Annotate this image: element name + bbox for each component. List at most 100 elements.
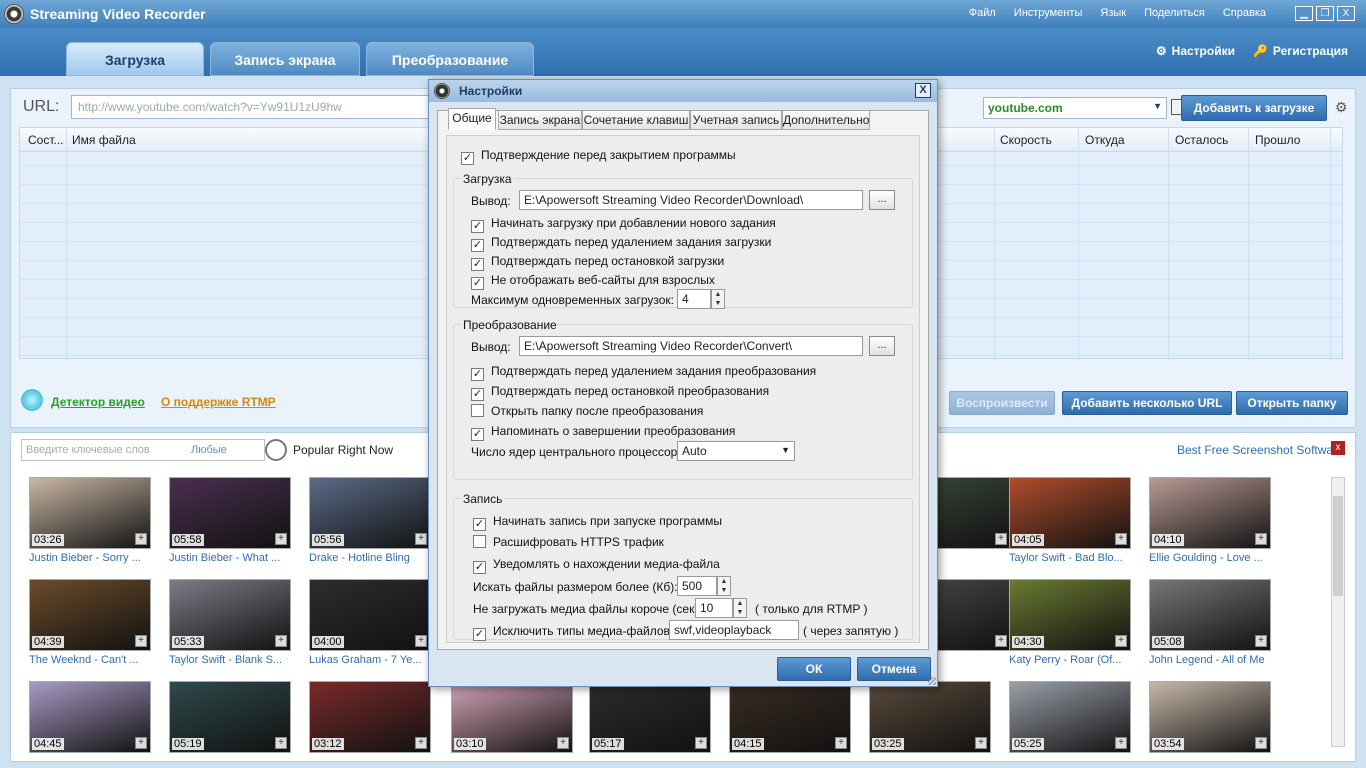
download-option-4[interactable]: ✓ Не отображать веб-сайты для взрослых xyxy=(471,273,715,290)
video-thumbnail[interactable]: 04:39 + xyxy=(29,579,151,651)
convert-output-path[interactable]: E:\Apowersoft Streaming Video Recorder\C… xyxy=(519,336,863,356)
tab-account[interactable]: Учетная запись xyxy=(690,110,782,130)
checkbox-checked-icon[interactable]: ✓ xyxy=(471,239,484,252)
download-option-3[interactable]: ✓ Подтверждать перед остановкой загрузки xyxy=(471,254,724,271)
video-title[interactable]: Drake - Hotline Bling xyxy=(309,552,431,564)
play-button[interactable]: Воспроизвести xyxy=(949,391,1055,415)
min-duration-input[interactable]: 10 xyxy=(695,598,733,618)
col-elapsed[interactable]: Прошло xyxy=(1255,133,1300,147)
video-item[interactable]: 05:17 + xyxy=(589,681,711,756)
add-video-icon[interactable]: + xyxy=(995,533,1007,545)
add-video-icon[interactable]: + xyxy=(695,737,707,749)
max-downloads-stepper[interactable]: ▲ ▼ xyxy=(711,289,725,309)
add-video-icon[interactable]: + xyxy=(275,737,287,749)
video-item[interactable]: 05:58 + Justin Bieber - What ... xyxy=(169,477,291,564)
add-video-icon[interactable]: + xyxy=(1255,635,1267,647)
restore-icon[interactable]: ❐ xyxy=(1316,6,1334,21)
col-filename[interactable]: Имя файла xyxy=(72,133,136,147)
video-title[interactable]: The Weeknd - Can't ... xyxy=(29,654,151,666)
col-source[interactable]: Откуда xyxy=(1085,133,1125,147)
video-item[interactable]: 03:10 + xyxy=(451,681,573,756)
video-item[interactable]: 04:10 + Ellie Goulding - Love ... xyxy=(1149,477,1271,564)
video-item[interactable]: 04:30 + Katy Perry - Roar (Of... xyxy=(1009,579,1131,666)
checkbox-checked-icon[interactable]: ✓ xyxy=(473,628,486,641)
video-item[interactable]: 03:54 + xyxy=(1149,681,1271,756)
video-item[interactable]: 04:05 + Taylor Swift - Bad Blo... xyxy=(1009,477,1131,564)
video-thumbnail[interactable]: 03:10 + xyxy=(451,681,573,753)
video-title[interactable]: Justin Bieber - Sorry ... xyxy=(29,552,151,564)
tab-general[interactable]: Общие xyxy=(448,108,496,130)
download-output-path[interactable]: E:\Apowersoft Streaming Video Recorder\D… xyxy=(519,190,863,210)
video-title[interactable]: Justin Bieber - What ... xyxy=(169,552,291,564)
site-select[interactable]: youtube.com ▼ xyxy=(983,97,1167,119)
video-title[interactable]: Lukas Graham - 7 Ye... xyxy=(309,654,431,666)
video-thumbnail[interactable]: 04:00 + xyxy=(309,579,431,651)
video-thumbnail[interactable]: 04:15 + xyxy=(729,681,851,753)
add-video-icon[interactable]: + xyxy=(835,737,847,749)
rtmp-support-link[interactable]: О поддержке RTMP xyxy=(161,395,276,409)
record-option-3[interactable]: ✓ Уведомлять о нахождении медиа-файла xyxy=(473,557,720,574)
convert-option-4[interactable]: ✓ Напоминать о завершении преобразования xyxy=(471,424,735,441)
add-video-icon[interactable]: + xyxy=(975,737,987,749)
video-thumbnail[interactable]: 04:10 + xyxy=(1149,477,1271,549)
checkbox-checked-icon[interactable]: ✓ xyxy=(461,152,474,165)
open-folder-button[interactable]: Открыть папку xyxy=(1236,391,1348,415)
tab-convert[interactable]: Преобразование xyxy=(366,42,534,76)
video-item[interactable]: 05:08 + John Legend - All of Me xyxy=(1149,579,1271,666)
scrollbar-thumb[interactable] xyxy=(1333,496,1343,596)
video-title[interactable]: Katy Perry - Roar (Of... xyxy=(1009,654,1131,666)
checkbox-checked-icon[interactable]: ✓ xyxy=(473,561,486,574)
search-icon[interactable] xyxy=(265,439,287,461)
video-title[interactable]: John Legend - All of Me xyxy=(1149,654,1271,666)
min-duration-stepper[interactable]: ▲ ▼ xyxy=(733,598,747,618)
convert-option-3[interactable]: Открыть папку после преобразования xyxy=(471,404,703,418)
exclude-types-input[interactable]: swf,videoplayback xyxy=(669,620,799,640)
exclude-types-option[interactable]: ✓ Исключить типы медиа-файлов: xyxy=(473,624,673,641)
tab-hotkeys[interactable]: Сочетание клавиш xyxy=(582,110,690,130)
menu-share[interactable]: Поделиться xyxy=(1144,7,1205,19)
video-thumbnail[interactable]: 05:25 + xyxy=(1009,681,1131,753)
add-video-icon[interactable]: + xyxy=(415,635,427,647)
min-size-input[interactable]: 500 xyxy=(677,576,717,596)
convert-option-2[interactable]: ✓ Подтверждать перед остановкой преобразо… xyxy=(471,384,769,401)
video-item[interactable]: 03:26 + Justin Bieber - Sorry ... xyxy=(29,477,151,564)
add-video-icon[interactable]: + xyxy=(557,737,569,749)
max-downloads-input[interactable]: 4 xyxy=(677,289,711,309)
video-thumbnail[interactable]: 03:12 + xyxy=(309,681,431,753)
url-input[interactable]: http://www.youtube.com/watch?v=Yw91U1zU9… xyxy=(71,95,431,119)
add-video-icon[interactable]: + xyxy=(135,635,147,647)
search-any-filter[interactable]: Любые xyxy=(191,444,227,456)
minimize-icon[interactable]: ▁ xyxy=(1295,6,1313,21)
add-multiple-urls-button[interactable]: Добавить несколько URL xyxy=(1062,391,1232,415)
video-thumbnail[interactable]: 05:58 + xyxy=(169,477,291,549)
cancel-button[interactable]: Отмена xyxy=(857,657,931,681)
menu-tools[interactable]: Инструменты xyxy=(1014,7,1083,19)
download-option-2[interactable]: ✓ Подтверждать перед удалением задания за… xyxy=(471,235,771,252)
cpu-cores-select[interactable]: Auto ▼ xyxy=(677,441,795,461)
video-item[interactable]: 03:25 + xyxy=(869,681,991,756)
menu-file[interactable]: Файл xyxy=(969,7,996,19)
video-item[interactable]: 05:33 + Taylor Swift - Blank S... xyxy=(169,579,291,666)
video-thumbnail[interactable]: 03:54 + xyxy=(1149,681,1271,753)
video-title[interactable]: Taylor Swift - Blank S... xyxy=(169,654,291,666)
add-video-icon[interactable]: + xyxy=(995,635,1007,647)
video-item[interactable]: 05:19 + xyxy=(169,681,291,756)
checkbox-checked-icon[interactable]: ✓ xyxy=(473,518,486,531)
video-title[interactable]: Taylor Swift - Bad Blo... xyxy=(1009,552,1131,564)
min-size-stepper[interactable]: ▲ ▼ xyxy=(717,576,731,596)
checkbox-checked-icon[interactable]: ✓ xyxy=(471,368,484,381)
video-thumbnail[interactable]: 05:17 + xyxy=(589,681,711,753)
add-video-icon[interactable]: + xyxy=(1115,737,1127,749)
confirm-close-option[interactable]: ✓ Подтверждение перед закрытием программы xyxy=(461,148,736,165)
tab-advanced[interactable]: Дополнительно xyxy=(782,110,870,130)
video-item[interactable]: 04:39 + The Weeknd - Can't ... xyxy=(29,579,151,666)
ok-button[interactable]: ОК xyxy=(777,657,851,681)
resize-grip-icon[interactable] xyxy=(928,677,936,685)
checkbox-unchecked-icon[interactable] xyxy=(471,404,484,417)
register-link[interactable]: 🔑 Регистрация xyxy=(1253,44,1348,58)
video-title[interactable]: Ellie Goulding - Love ... xyxy=(1149,552,1271,564)
add-video-icon[interactable]: + xyxy=(135,533,147,545)
video-detector-link[interactable]: Детектор видео xyxy=(51,395,145,409)
add-video-icon[interactable]: + xyxy=(415,737,427,749)
col-speed[interactable]: Скорость xyxy=(1000,133,1052,147)
